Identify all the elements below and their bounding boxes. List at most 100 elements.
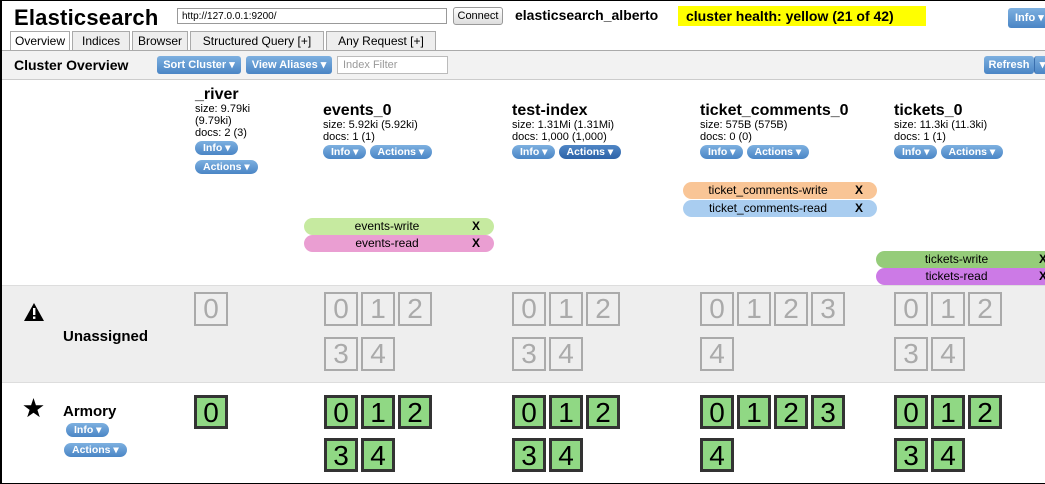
- index-info-button[interactable]: Info ▾: [323, 145, 367, 159]
- assigned-shard[interactable]: 3: [811, 395, 845, 429]
- alias-tickets-read[interactable]: tickets-read X: [876, 268, 1045, 285]
- remove-alias-icon[interactable]: X: [472, 218, 480, 235]
- connect-button[interactable]: Connect: [453, 7, 503, 25]
- alias-tickets-write[interactable]: tickets-write X: [876, 251, 1045, 268]
- alias-label: tickets-read: [925, 269, 988, 283]
- assigned-shard[interactable]: 2: [586, 395, 620, 429]
- tab-any-request[interactable]: Any Request [+]: [326, 31, 436, 50]
- app-title: Elasticsearch: [14, 5, 159, 30]
- index-docs: docs: 1 (1): [323, 131, 375, 143]
- unassigned-shard[interactable]: 1: [737, 292, 771, 326]
- tab-indices[interactable]: Indices: [72, 31, 130, 50]
- alias-ticket-comments-write[interactable]: ticket_comments-write X: [683, 182, 877, 199]
- unassigned-shard[interactable]: 0: [194, 292, 228, 326]
- remove-alias-icon[interactable]: X: [855, 200, 863, 217]
- index-actions-button[interactable]: Actions ▾: [940, 145, 1004, 159]
- assigned-shard[interactable]: 0: [324, 395, 358, 429]
- remove-alias-icon[interactable]: X: [855, 182, 863, 199]
- unassigned-shard[interactable]: 2: [398, 292, 432, 326]
- alias-events-write[interactable]: events-write X: [304, 218, 494, 235]
- unassigned-shard[interactable]: 4: [549, 337, 583, 371]
- assigned-shard[interactable]: 4: [361, 438, 395, 472]
- index-size: size: 11.3ki (11.3ki): [894, 119, 988, 131]
- assigned-shard[interactable]: 1: [361, 395, 395, 429]
- cluster-info-menu-button[interactable]: Info ▾: [1008, 8, 1045, 28]
- index-info-button[interactable]: Info ▾: [512, 145, 556, 159]
- assigned-shard[interactable]: 4: [700, 438, 734, 472]
- assigned-shard[interactable]: 1: [737, 395, 771, 429]
- assigned-shard[interactable]: 3: [512, 438, 546, 472]
- unassigned-label: Unassigned: [63, 328, 149, 345]
- index-actions-button[interactable]: Actions ▾: [558, 145, 622, 159]
- index-info-button[interactable]: Info ▾: [195, 141, 239, 155]
- unassigned-shard[interactable]: 3: [324, 337, 358, 371]
- tab-structured-query[interactable]: Structured Query [+]: [190, 31, 324, 50]
- node-actions-button[interactable]: Actions ▾: [64, 443, 127, 457]
- index-info-button[interactable]: Info ▾: [894, 145, 938, 159]
- unassigned-shard[interactable]: 4: [700, 337, 734, 371]
- unassigned-shard[interactable]: 2: [586, 292, 620, 326]
- warning-icon: [24, 303, 44, 321]
- assigned-shard[interactable]: 2: [968, 395, 1002, 429]
- assigned-shard[interactable]: 1: [931, 395, 965, 429]
- assigned-shard[interactable]: 0: [894, 395, 928, 429]
- assigned-shard[interactable]: 4: [931, 438, 965, 472]
- tab-overview[interactable]: Overview: [10, 31, 70, 51]
- header: Elasticsearch Connect elasticsearch_albe…: [2, 1, 1045, 31]
- index-actions-button[interactable]: Actions ▾: [746, 145, 810, 159]
- index-name: ticket_comments_0: [700, 102, 849, 119]
- assigned-shard[interactable]: 2: [398, 395, 432, 429]
- assigned-shard[interactable]: 1: [549, 395, 583, 429]
- remove-alias-icon[interactable]: X: [472, 235, 480, 252]
- index-filter-input[interactable]: [337, 56, 448, 74]
- unassigned-shard[interactable]: 2: [774, 292, 808, 326]
- remove-alias-icon[interactable]: X: [1039, 268, 1045, 285]
- unassigned-shard[interactable]: 1: [931, 292, 965, 326]
- assigned-shard[interactable]: 3: [894, 438, 928, 472]
- assigned-shard[interactable]: 0: [700, 395, 734, 429]
- alias-ticket-comments-read[interactable]: ticket_comments-read X: [683, 200, 877, 217]
- node-name: Armory: [63, 403, 117, 420]
- unassigned-shard[interactable]: 4: [931, 337, 965, 371]
- cluster-url-input[interactable]: [177, 8, 447, 24]
- unassigned-shard[interactable]: 3: [894, 337, 928, 371]
- alias-events-read[interactable]: events-read X: [304, 235, 494, 252]
- unassigned-shard[interactable]: 0: [324, 292, 358, 326]
- alias-label: ticket_comments-read: [708, 201, 828, 215]
- unassigned-shard[interactable]: 1: [549, 292, 583, 326]
- assigned-shard[interactable]: 0: [194, 395, 228, 429]
- cluster-overview-toolbar: Cluster Overview Sort Cluster ▾ View Ali…: [2, 51, 1045, 80]
- assigned-shard[interactable]: 0: [512, 395, 546, 429]
- index-tickets-0: tickets_0 size: 11.3ki (11.3ki) docs: 1 …: [894, 103, 1004, 159]
- index-info-button[interactable]: Info ▾: [700, 145, 744, 159]
- cluster-health-badge: cluster health: yellow (21 of 42): [678, 6, 926, 26]
- index-name: _river: [195, 86, 239, 103]
- unassigned-shard[interactable]: 3: [512, 337, 546, 371]
- index-ticket-comments-0: ticket_comments_0 size: 575B (575B) docs…: [700, 103, 849, 159]
- unassigned-shard[interactable]: 1: [361, 292, 395, 326]
- cluster-name: elasticsearch_alberto: [515, 7, 659, 23]
- assigned-shard[interactable]: 3: [324, 438, 358, 472]
- unassigned-shard[interactable]: 3: [811, 292, 845, 326]
- unassigned-shard[interactable]: 2: [968, 292, 1002, 326]
- tab-browser[interactable]: Browser: [132, 31, 188, 50]
- index-actions-button[interactable]: Actions ▾: [195, 160, 258, 174]
- view-aliases-button[interactable]: View Aliases ▾: [246, 56, 332, 74]
- index-docs: docs: 2 (3): [195, 127, 247, 139]
- refresh-button[interactable]: Refresh: [984, 56, 1034, 74]
- alias-label: ticket_comments-write: [708, 183, 828, 197]
- sort-cluster-button[interactable]: Sort Cluster ▾: [157, 56, 241, 74]
- assigned-shard[interactable]: 2: [774, 395, 808, 429]
- unassigned-shard[interactable]: 4: [361, 337, 395, 371]
- remove-alias-icon[interactable]: X: [1039, 251, 1045, 268]
- node-info-button[interactable]: Info ▾: [66, 423, 110, 437]
- toolbar-title: Cluster Overview: [14, 57, 129, 73]
- assigned-shard[interactable]: 4: [549, 438, 583, 472]
- index-size: size: 1.31Mi (1.31Mi): [512, 119, 615, 131]
- index-name: test-index: [512, 102, 588, 119]
- unassigned-shard[interactable]: 0: [512, 292, 546, 326]
- refresh-menu-button[interactable]: ▾: [1034, 56, 1045, 74]
- unassigned-shard[interactable]: 0: [700, 292, 734, 326]
- index-actions-button[interactable]: Actions ▾: [369, 145, 433, 159]
- unassigned-shard[interactable]: 0: [894, 292, 928, 326]
